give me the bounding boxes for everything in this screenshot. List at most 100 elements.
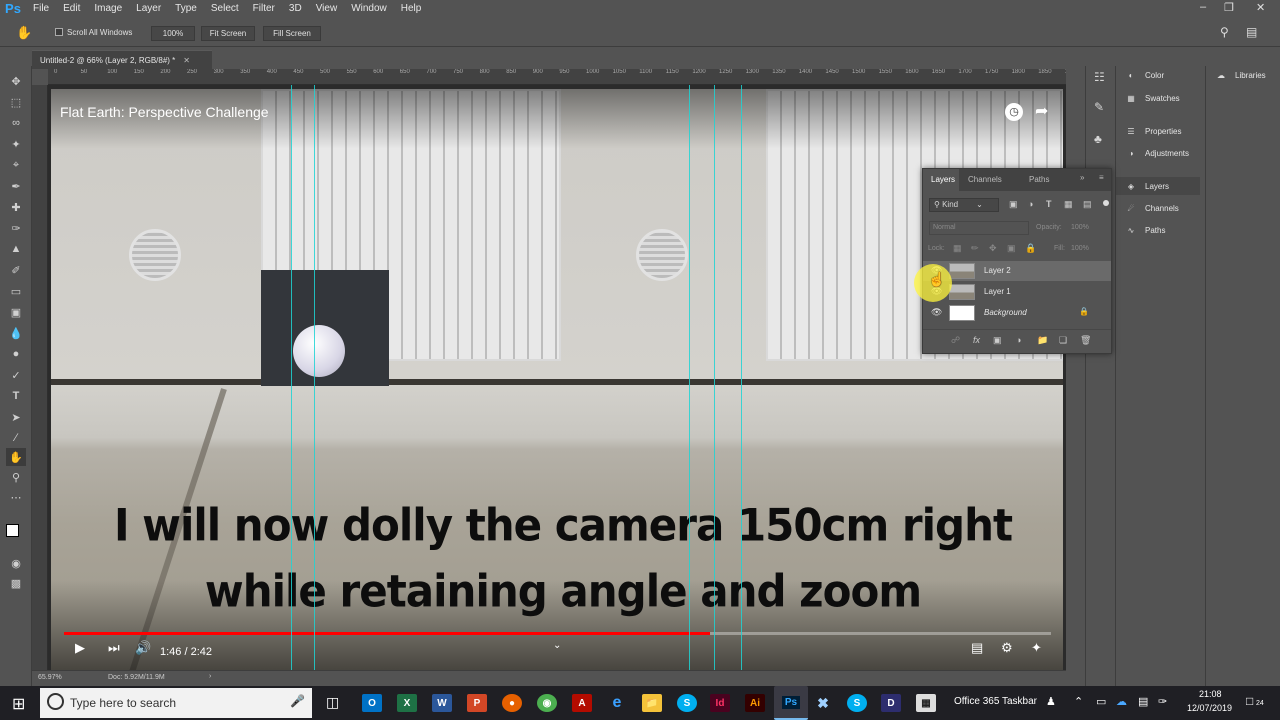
- dock-channels[interactable]: ☄ Channels: [1124, 199, 1178, 217]
- filter-pixel-icon[interactable]: ▣: [1009, 199, 1018, 210]
- link-layers-icon[interactable]: ☍: [951, 335, 960, 346]
- brush-tool-icon[interactable]: ✑: [6, 219, 26, 237]
- move-tool-icon[interactable]: ✥: [6, 72, 26, 90]
- zoom-level[interactable]: 65.97%: [38, 674, 62, 681]
- minimize-icon[interactable]: –: [1200, 1, 1206, 13]
- windows-start-icon[interactable]: ⊞: [12, 694, 25, 714]
- menu-type[interactable]: Type: [168, 3, 204, 14]
- close-icon[interactable]: ✕: [1256, 1, 1265, 14]
- lock-all-icon[interactable]: 🔒: [1025, 243, 1036, 254]
- tab-layers[interactable]: Layers: [931, 175, 955, 184]
- lock-pixels-icon[interactable]: ✏: [971, 243, 979, 254]
- dock-layers[interactable]: ◈ Layers: [1116, 177, 1200, 195]
- layer-name[interactable]: Background: [984, 308, 1027, 317]
- line-tool-icon[interactable]: ∕: [6, 429, 26, 447]
- tab-channels[interactable]: Channels: [968, 175, 1002, 184]
- next-icon[interactable]: ⏭: [108, 640, 120, 656]
- share-icon[interactable]: ➦: [1035, 101, 1048, 121]
- filter-toggle-icon[interactable]: [1103, 200, 1109, 206]
- watch-later-icon[interactable]: ◷: [1005, 103, 1023, 121]
- chevron-right-icon[interactable]: ›: [209, 673, 211, 680]
- tab-paths[interactable]: Paths: [1029, 175, 1049, 184]
- clock-time[interactable]: 21:08: [1199, 689, 1222, 699]
- lasso-tool-icon[interactable]: ∞: [6, 114, 26, 132]
- file-explorer-icon[interactable]: 📁: [642, 694, 662, 712]
- panel-menu-icon[interactable]: ≡: [1099, 173, 1104, 182]
- powerpoint-icon[interactable]: P: [467, 694, 487, 712]
- excel-icon[interactable]: X: [397, 694, 417, 712]
- people-icon[interactable]: ♟: [1046, 695, 1056, 708]
- path-select-tool-icon[interactable]: ➤: [6, 408, 26, 426]
- gradient-tool-icon[interactable]: ▣: [6, 303, 26, 321]
- adjustment-layer-icon[interactable]: ◑: [1016, 335, 1021, 345]
- guide-line[interactable]: [689, 85, 690, 670]
- menu-filter[interactable]: Filter: [246, 3, 282, 14]
- zoom-100-button[interactable]: 100%: [151, 26, 195, 41]
- illustrator-icon[interactable]: Ai: [745, 694, 765, 712]
- scroll-all-checkbox[interactable]: [55, 28, 63, 36]
- onedrive-icon[interactable]: ☁: [1116, 695, 1127, 708]
- lock-artboard-icon[interactable]: ▣: [1007, 243, 1016, 254]
- blur-tool-icon[interactable]: 💧: [6, 324, 26, 342]
- filter-type-icon[interactable]: T: [1046, 199, 1052, 209]
- task-view-icon[interactable]: ◫: [326, 694, 339, 711]
- indesign-icon[interactable]: Id: [710, 694, 730, 712]
- guide-line[interactable]: [291, 85, 292, 670]
- eyedropper-tool-icon[interactable]: ✒: [6, 177, 26, 195]
- pen-tool-icon[interactable]: ✓: [6, 366, 26, 384]
- pen-icon[interactable]: ✑: [1158, 695, 1167, 708]
- firefox-icon[interactable]: ●: [502, 694, 522, 712]
- progress-bar[interactable]: [64, 632, 1051, 635]
- clock-date[interactable]: 12/07/2019: [1187, 703, 1232, 713]
- filter-shape-icon[interactable]: ▦: [1064, 199, 1073, 210]
- brush-settings-icon[interactable]: ✎: [1094, 100, 1104, 114]
- healing-brush-tool-icon[interactable]: ✚: [6, 198, 26, 216]
- taskbar-search-input[interactable]: Type here to search 🎤: [40, 688, 312, 718]
- layer-row[interactable]: 👁 Background 🔒: [923, 303, 1111, 323]
- dock-libraries[interactable]: ☁ Libraries: [1214, 66, 1266, 84]
- chevron-up-icon[interactable]: ⌃: [1074, 695, 1083, 708]
- settings-icon[interactable]: ⚙: [1001, 640, 1013, 656]
- skype-business-icon[interactable]: S: [847, 694, 867, 712]
- new-group-icon[interactable]: 📁: [1037, 335, 1048, 346]
- crop-tool-icon[interactable]: ⌖: [6, 156, 26, 174]
- clone-source-icon[interactable]: ♣: [1094, 132, 1102, 146]
- menu-view[interactable]: View: [309, 3, 345, 14]
- menu-image[interactable]: Image: [87, 3, 129, 14]
- dock-properties[interactable]: ☰ Properties: [1124, 122, 1181, 140]
- canvas-area[interactable]: Flat Earth: Perspective Challenge ◷ ➦ I …: [48, 85, 1066, 670]
- close-tab-icon[interactable]: ✕: [183, 56, 190, 65]
- zoom-tool-icon[interactable]: ⚲: [6, 468, 26, 486]
- edge-icon[interactable]: e: [607, 694, 627, 712]
- workspace-icon[interactable]: ▤: [1246, 25, 1257, 39]
- quick-mask-icon[interactable]: ◉: [6, 554, 26, 572]
- skype-icon[interactable]: S: [677, 694, 697, 712]
- fit-screen-button[interactable]: Fit Screen: [201, 26, 255, 41]
- history-icon[interactable]: ☷: [1094, 70, 1105, 84]
- menu-select[interactable]: Select: [204, 3, 246, 14]
- dock-color[interactable]: ◐ Color: [1124, 66, 1165, 84]
- play-icon[interactable]: ▶: [75, 640, 85, 656]
- network-icon[interactable]: ▤: [1138, 695, 1148, 708]
- fill-value[interactable]: 100%: [1071, 245, 1089, 252]
- lock-transparent-icon[interactable]: ▦: [953, 243, 962, 254]
- visibility-eye-icon[interactable]: 👁: [931, 307, 942, 318]
- fill-screen-button[interactable]: Fill Screen: [263, 26, 321, 41]
- notifications-icon[interactable]: □: [1246, 694, 1253, 708]
- word-icon[interactable]: W: [432, 694, 452, 712]
- hand-tool-icon[interactable]: ✋: [6, 448, 26, 466]
- volume-icon[interactable]: 🔊: [135, 640, 151, 656]
- dynamics-icon[interactable]: D: [881, 694, 901, 712]
- horizontal-ruler[interactable]: 0 50 100 150 200 250 300 350 400 450 500 550 600 650 7…: [48, 69, 1066, 85]
- lock-position-icon[interactable]: ✥: [989, 243, 997, 254]
- foreground-color-swatch[interactable]: [6, 524, 19, 537]
- clone-stamp-tool-icon[interactable]: ▲: [6, 240, 26, 258]
- acrobat-icon[interactable]: A: [572, 694, 592, 712]
- battery-icon[interactable]: ▭: [1096, 695, 1106, 708]
- dodge-tool-icon[interactable]: ●: [6, 345, 26, 363]
- microphone-icon[interactable]: 🎤: [290, 694, 305, 708]
- layer-name[interactable]: Layer 1: [984, 287, 1011, 296]
- add-mask-icon[interactable]: ▣: [993, 335, 1002, 346]
- vertical-ruler[interactable]: [32, 85, 48, 670]
- restore-icon[interactable]: ❐: [1224, 1, 1234, 14]
